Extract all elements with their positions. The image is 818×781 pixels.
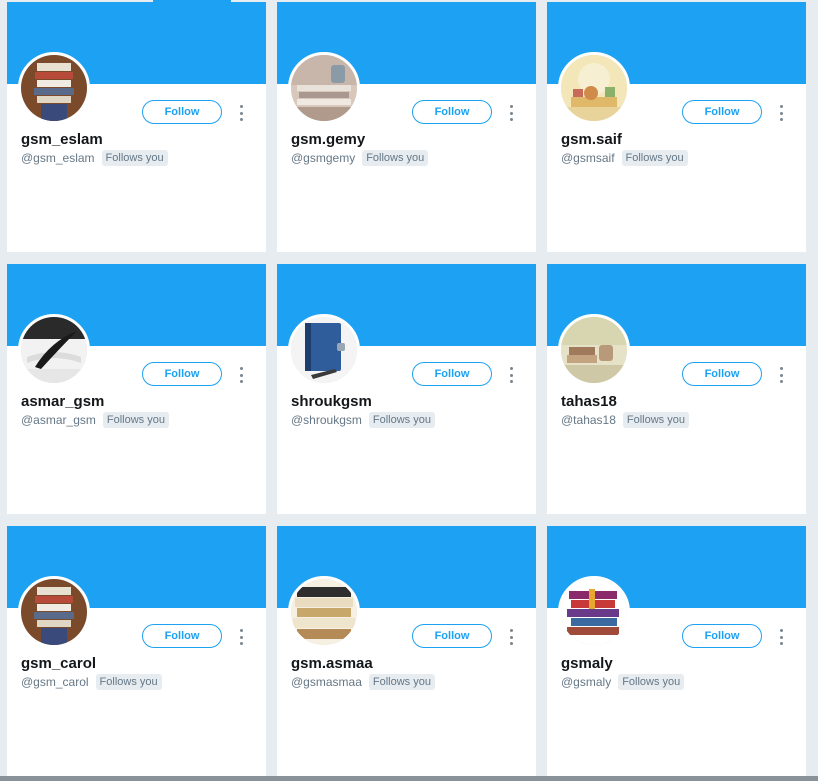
user-card-gsm-saif[interactable]: Follow gsm.saif @gsmsaif Follows you	[547, 2, 806, 252]
follows-you-badge: Follows you	[622, 412, 689, 428]
books-stack-photo-icon	[21, 55, 87, 121]
window-bottom-edge	[0, 776, 818, 781]
display-name[interactable]: asmar_gsm	[21, 393, 104, 410]
user-card-gsm-gemy[interactable]: Follow gsm.gemy @gsmgemy Follows you	[277, 2, 536, 252]
books-on-table-photo-icon	[291, 55, 357, 121]
follow-button[interactable]: Follow	[412, 100, 492, 124]
follow-button[interactable]: Follow	[142, 362, 222, 386]
colorful-books-photo-icon	[561, 579, 627, 645]
more-options-icon[interactable]	[506, 105, 516, 121]
avatar[interactable]	[558, 52, 630, 124]
follows-you-badge: Follows you	[362, 150, 429, 166]
user-handle[interactable]: @asmar_gsm	[21, 413, 96, 427]
follow-button[interactable]: Follow	[412, 362, 492, 386]
display-name[interactable]: gsm_eslam	[21, 131, 103, 148]
more-options-icon[interactable]	[506, 629, 516, 645]
handle-row: @gsmaly Follows you	[561, 674, 685, 690]
open-books-photo-icon	[291, 579, 357, 645]
more-options-icon[interactable]	[506, 367, 516, 383]
avatar[interactable]	[288, 576, 360, 648]
follows-you-badge: Follows you	[95, 674, 162, 690]
handle-row: @gsmasmaa Follows you	[291, 674, 435, 690]
handle-row: @gsmgemy Follows you	[291, 150, 429, 166]
follow-button[interactable]: Follow	[142, 624, 222, 648]
more-options-icon[interactable]	[776, 367, 786, 383]
more-options-icon[interactable]	[776, 105, 786, 121]
avatar[interactable]	[288, 314, 360, 386]
display-name[interactable]: gsm.asmaa	[291, 655, 373, 672]
coffee-and-books-photo-icon	[561, 317, 627, 383]
user-handle[interactable]: @shroukgsm	[291, 413, 362, 427]
display-name[interactable]: shroukgsm	[291, 393, 372, 410]
user-card-gsmaly[interactable]: Follow gsmaly @gsmaly Follows you	[547, 526, 806, 776]
follow-button[interactable]: Follow	[412, 624, 492, 648]
user-card-gsm-eslam[interactable]: Follow gsm_eslam @gsm_eslam Follows you	[7, 2, 266, 252]
avatar[interactable]	[18, 576, 90, 648]
user-card-gsm-carol[interactable]: Follow gsm_carol @gsm_carol Follows you	[7, 526, 266, 776]
handle-row: @shroukgsm Follows you	[291, 412, 435, 428]
display-name[interactable]: gsm.saif	[561, 131, 622, 148]
quill-and-book-photo-icon	[21, 317, 87, 383]
more-options-icon[interactable]	[236, 105, 246, 121]
handle-row: @tahas18 Follows you	[561, 412, 689, 428]
follows-you-badge: Follows you	[101, 150, 168, 166]
avatar[interactable]	[558, 576, 630, 648]
follow-button[interactable]: Follow	[682, 100, 762, 124]
user-handle[interactable]: @gsmsaif	[561, 151, 615, 165]
user-handle[interactable]: @gsmasmaa	[291, 675, 362, 689]
follow-button[interactable]: Follow	[682, 624, 762, 648]
follow-button[interactable]: Follow	[682, 362, 762, 386]
follows-you-badge: Follows you	[368, 412, 435, 428]
avatar[interactable]	[288, 52, 360, 124]
avatar[interactable]	[558, 314, 630, 386]
more-options-icon[interactable]	[236, 367, 246, 383]
user-handle[interactable]: @gsmgemy	[291, 151, 355, 165]
user-handle[interactable]: @gsm_carol	[21, 675, 89, 689]
more-options-icon[interactable]	[236, 629, 246, 645]
display-name[interactable]: tahas18	[561, 393, 617, 410]
avatar[interactable]	[18, 314, 90, 386]
follows-you-badge: Follows you	[618, 674, 685, 690]
follows-you-badge: Follows you	[102, 412, 169, 428]
more-options-icon[interactable]	[776, 629, 786, 645]
handle-row: @asmar_gsm Follows you	[21, 412, 169, 428]
blue-notebook-photo-icon	[291, 317, 357, 383]
books-stack-photo-icon	[21, 579, 87, 645]
user-card-tahas18[interactable]: Follow tahas18 @tahas18 Follows you	[547, 264, 806, 514]
display-name[interactable]: gsm.gemy	[291, 131, 365, 148]
user-handle[interactable]: @tahas18	[561, 413, 616, 427]
handle-row: @gsm_carol Follows you	[21, 674, 162, 690]
follows-you-badge: Follows you	[368, 674, 435, 690]
user-card-asmar-gsm[interactable]: Follow asmar_gsm @asmar_gsm Follows you	[7, 264, 266, 514]
follow-button[interactable]: Follow	[142, 100, 222, 124]
follows-you-badge: Follows you	[621, 150, 688, 166]
user-handle[interactable]: @gsm_eslam	[21, 151, 95, 165]
handle-row: @gsmsaif Follows you	[561, 150, 688, 166]
avatar[interactable]	[18, 52, 90, 124]
cartoon-reading-photo-icon	[561, 55, 627, 121]
user-card-gsm-asmaa[interactable]: Follow gsm.asmaa @gsmasmaa Follows you	[277, 526, 536, 776]
display-name[interactable]: gsmaly	[561, 655, 613, 672]
user-card-shroukgsm[interactable]: Follow shroukgsm @shroukgsm Follows you	[277, 264, 536, 514]
user-handle[interactable]: @gsmaly	[561, 675, 611, 689]
display-name[interactable]: gsm_carol	[21, 655, 96, 672]
handle-row: @gsm_eslam Follows you	[21, 150, 168, 166]
